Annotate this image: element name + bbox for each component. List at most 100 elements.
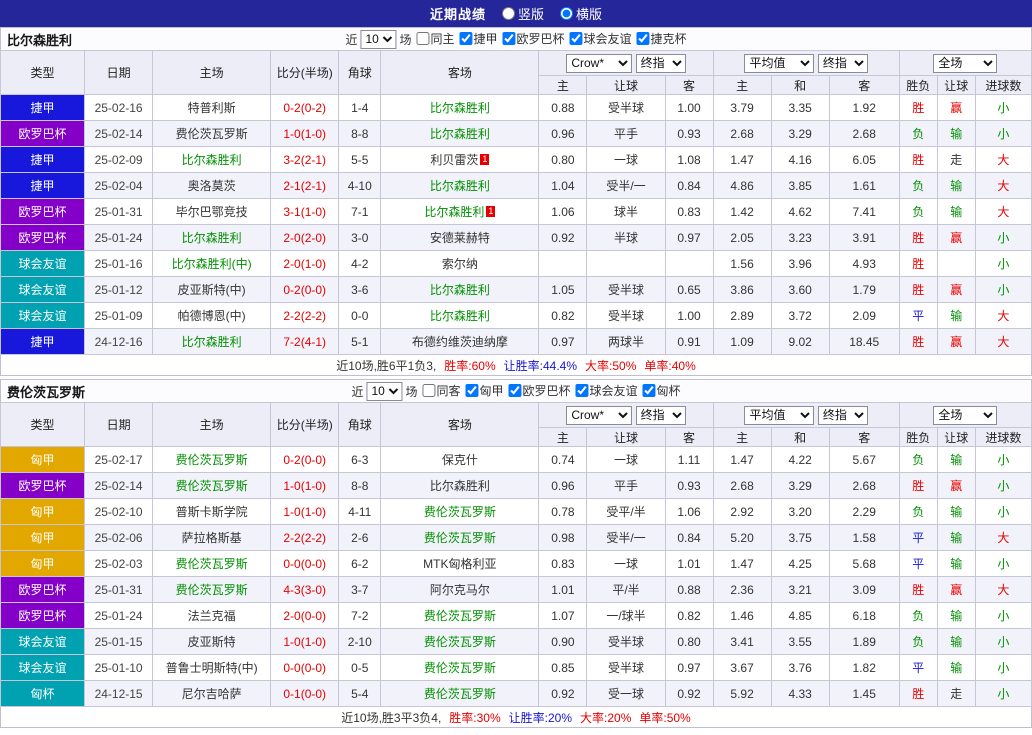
- filter-checkbox[interactable]: [508, 384, 522, 397]
- corner-cell: 4-11: [338, 498, 382, 525]
- odds-company-select[interactable]: Crow*: [566, 405, 633, 425]
- filter-option[interactable]: 球会友谊: [569, 30, 632, 47]
- filter-option[interactable]: 欧罗巴杯: [508, 382, 571, 399]
- avg-odds-cell: 3.76: [770, 654, 830, 681]
- home-team-cell: 萨拉格斯基: [152, 524, 272, 551]
- score-cell: 1-0(1-0): [270, 628, 340, 655]
- odds-cell: 平手: [586, 472, 666, 499]
- home-team-cell: 比尔森胜利: [152, 224, 272, 251]
- filter-option[interactable]: 欧罗巴杯: [502, 30, 565, 47]
- team-name: 比尔森胜利: [181, 153, 242, 167]
- odds-cell: 0.97: [538, 328, 588, 355]
- score-cell: 7-2(4-1): [270, 328, 340, 355]
- team-name: 比尔森胜利: [181, 335, 242, 349]
- match-row: 欧罗巴杯 25-02-14 费伦茨瓦罗斯 1-0(1-0) 8-8 比尔森胜利 0.96 平手…: [0, 472, 1032, 499]
- vertical-radio[interactable]: [501, 7, 515, 20]
- team-name: 比尔森胜利: [429, 179, 490, 193]
- result-cell: 胜: [898, 576, 938, 603]
- filter-option[interactable]: 球会友谊: [575, 382, 638, 399]
- date-cell: 25-01-16: [84, 250, 154, 277]
- filter-checkbox[interactable]: [422, 384, 436, 397]
- result-cell: 小: [974, 550, 1032, 577]
- horizontal-radio[interactable]: [560, 7, 573, 20]
- result-cell: 输: [936, 198, 976, 225]
- home-team-cell: 比尔森胜利(中): [152, 250, 272, 277]
- team-name: 比尔森胜利: [429, 101, 490, 115]
- filter-option[interactable]: 捷甲: [459, 30, 498, 47]
- avg-odds-cell: 1.47: [712, 146, 772, 173]
- odds-cell: 一/球半: [586, 602, 666, 629]
- away-team-cell: 利贝雷茨 1: [380, 146, 540, 173]
- avg-odds-select[interactable]: 平均值: [744, 405, 815, 425]
- team-name: 布德约维茨迪纳摩: [411, 335, 508, 349]
- avg-odds-cell: 4.85: [770, 602, 830, 629]
- near-label: 近: [345, 32, 358, 47]
- filter-checkbox[interactable]: [636, 32, 650, 45]
- filter-option[interactable]: 匈杯: [642, 382, 681, 399]
- filter-checkbox[interactable]: [575, 384, 589, 397]
- filter-option[interactable]: 捷克杯: [636, 30, 687, 47]
- away-team-cell: 比尔森胜利: [380, 94, 540, 121]
- score-cell: 1-0(1-0): [270, 120, 340, 147]
- match-row: 匈甲 25-02-17 费伦茨瓦罗斯 0-2(0-0) 6-3 保克什 0.74 一球 1.11…: [0, 446, 1032, 473]
- filter-checkbox[interactable]: [569, 32, 583, 45]
- match-count-select[interactable]: 10: [360, 29, 397, 49]
- filter-option[interactable]: 同主: [416, 30, 454, 47]
- avg-odds-cell: 2.68: [712, 120, 772, 147]
- match-row: 匈杯 24-12-15 尼尔吉哈萨 0-1(0-0) 5-4 费伦茨瓦罗斯 0.92 受一球 0…: [0, 680, 1032, 707]
- match-count-select[interactable]: 10: [366, 381, 403, 401]
- odds-final-select[interactable]: 终指: [635, 53, 686, 73]
- team-name: 尼尔吉哈萨: [181, 687, 242, 701]
- odds-cell: 0.80: [538, 146, 588, 173]
- away-team-cell: 比尔森胜利: [380, 120, 540, 147]
- avg-odds-select[interactable]: 平均值: [744, 53, 815, 73]
- layout-vertical-option[interactable]: 竖版: [501, 4, 544, 23]
- result-cell: 平: [898, 524, 938, 551]
- scope-select[interactable]: 全场: [933, 53, 998, 73]
- result-cell: 大: [974, 302, 1032, 329]
- filter-checkbox[interactable]: [416, 32, 430, 45]
- avg-odds-cell: 5.20: [712, 524, 772, 551]
- result-cell: 走: [936, 146, 976, 173]
- scope-select[interactable]: 全场: [933, 405, 998, 425]
- avg-final-select[interactable]: 终指: [817, 405, 868, 425]
- filter-checkbox[interactable]: [459, 32, 473, 45]
- odds-cell: 1.07: [538, 602, 588, 629]
- avg-odds-cell: 2.92: [712, 498, 772, 525]
- odds-select-cell: Crow* 终指: [538, 50, 714, 76]
- filter-checkbox[interactable]: [502, 32, 516, 45]
- odds-cell: 1.01: [538, 576, 588, 603]
- league-badge: 球会友谊: [0, 654, 86, 681]
- filter-checkbox[interactable]: [642, 384, 656, 397]
- filter-checkbox[interactable]: [465, 384, 479, 397]
- odds-company-select[interactable]: Crow*: [566, 53, 633, 73]
- team-name: 法兰克福: [187, 609, 236, 623]
- score-cell: 4-3(3-0): [270, 576, 340, 603]
- result-cell: 输: [936, 172, 976, 199]
- summary-segment: 胜率:60%: [444, 358, 496, 373]
- avg-odds-cell: 3.86: [712, 276, 772, 303]
- filter-option[interactable]: 匈甲: [465, 382, 504, 399]
- avg-final-select[interactable]: 终指: [817, 53, 868, 73]
- result-cell: 胜: [898, 250, 938, 277]
- odds-cell: 0.65: [664, 276, 714, 303]
- result-cell: 小: [974, 276, 1032, 303]
- subcol-avg-home: 主: [712, 75, 772, 95]
- filter-option-label: 球会友谊: [589, 384, 638, 398]
- team-name: 比尔森胜利: [424, 205, 485, 219]
- result-cell: 负: [898, 628, 938, 655]
- filter-option[interactable]: 同客: [422, 382, 460, 399]
- odds-final-select[interactable]: 终指: [635, 405, 686, 425]
- team-name: 奥洛莫茨: [187, 179, 236, 193]
- date-cell: 25-02-10: [84, 498, 154, 525]
- col-header-corner: 角球: [338, 402, 382, 447]
- home-team-cell: 奥洛莫茨: [152, 172, 272, 199]
- avg-odds-cell: 3.20: [770, 498, 830, 525]
- team-name: 费伦茨瓦罗斯: [175, 453, 248, 467]
- avg-odds-cell: 3.72: [770, 302, 830, 329]
- home-team-cell: 费伦茨瓦罗斯: [152, 446, 272, 473]
- subcol-odds-handicap: 让球: [586, 427, 666, 447]
- layout-horizontal-option[interactable]: 横版: [560, 4, 602, 23]
- league-badge: 匈甲: [0, 446, 86, 473]
- odds-cell: 1.00: [664, 302, 714, 329]
